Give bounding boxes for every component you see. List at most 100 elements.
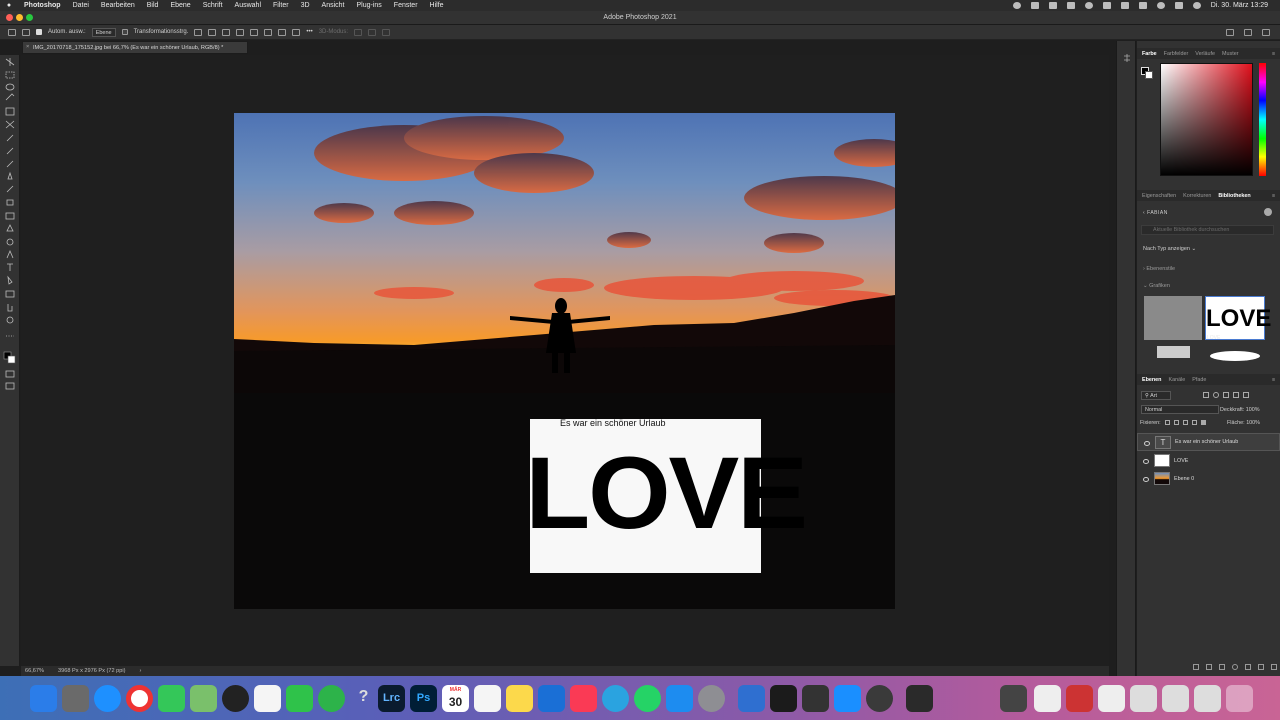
tab-bibliotheken[interactable]: Bibliotheken <box>1218 193 1250 199</box>
align-right-icon[interactable] <box>222 28 231 36</box>
3d-pan-icon[interactable] <box>382 28 391 36</box>
new-group-icon[interactable] <box>1245 664 1251 670</box>
tab-farbe[interactable]: Farbe <box>1142 51 1157 57</box>
clock-app-icon[interactable] <box>222 685 249 712</box>
calendar-icon[interactable]: MÄR 30 <box>442 685 469 712</box>
library-graphic-love-thumb[interactable]: LOVE <box>1205 296 1271 340</box>
layer-mask-icon[interactable] <box>1219 664 1225 670</box>
3d-roll-icon[interactable] <box>368 28 377 36</box>
status-record-icon[interactable] <box>1012 2 1021 9</box>
adjustment-layer-icon[interactable] <box>1232 664 1238 670</box>
layer-style-icon[interactable] <box>1206 664 1212 670</box>
panel-menu-icon[interactable]: ≡ <box>1272 51 1280 57</box>
layer-row[interactable]: T Es war ein schöner Urlaub <box>1137 433 1280 451</box>
tab-farbfelder[interactable]: Farbfelder <box>1164 51 1189 57</box>
telegram-icon[interactable] <box>602 685 629 712</box>
minimized-window-7[interactable] <box>1194 685 1221 712</box>
fill-control[interactable]: Fläche: 100% <box>1227 420 1260 426</box>
share-icon[interactable] <box>1262 28 1270 36</box>
home-icon[interactable] <box>8 28 16 36</box>
minimized-window-2[interactable] <box>1034 685 1061 712</box>
layer-row[interactable]: LOVE <box>1137 452 1280 470</box>
blend-mode-dropdown[interactable]: Normal <box>1141 405 1219 414</box>
library-filter-dropdown[interactable]: Nach Typ anzeigen ⌄ <box>1143 246 1196 252</box>
minimized-window-4[interactable] <box>1098 685 1125 712</box>
music-icon[interactable] <box>570 685 597 712</box>
lightroom-classic-icon[interactable]: Lrc <box>378 685 405 712</box>
background-swatch[interactable] <box>1145 71 1153 79</box>
menubar-clock[interactable]: Di. 30. März 13:29 <box>1211 2 1268 9</box>
terminal-icon[interactable] <box>770 685 797 712</box>
new-layer-icon[interactable] <box>1258 664 1264 670</box>
color-field[interactable] <box>1160 63 1253 176</box>
overlay-subtitle-text[interactable]: Es war ein schöner Urlaub <box>560 418 666 428</box>
status-battery-icon[interactable] <box>1120 2 1129 9</box>
finder-icon[interactable] <box>30 685 57 712</box>
document-size[interactable]: 3968 Px x 2976 Px (72 ppi) <box>58 668 125 674</box>
filter-adjustment-icon[interactable] <box>1213 392 1219 398</box>
visibility-eye-icon[interactable] <box>1143 459 1149 464</box>
menu-ebene[interactable]: Ebene <box>164 2 196 9</box>
lock-pixels-icon[interactable] <box>1165 420 1170 425</box>
panel-menu-icon[interactable]: ≡ <box>1272 377 1280 383</box>
section-grafiken[interactable]: ⌄ Grafiken <box>1143 283 1170 289</box>
zoom-level[interactable]: 66,67% <box>25 668 44 674</box>
maps-icon[interactable] <box>190 685 217 712</box>
menu-hilfe[interactable]: Hilfe <box>424 2 450 9</box>
opacity-control[interactable]: Deckkraft: 100% <box>1220 407 1260 413</box>
transform-controls-checkbox[interactable] <box>121 29 128 35</box>
tab-kanaele[interactable]: Kanäle <box>1168 377 1185 383</box>
auto-select-checkbox[interactable] <box>36 29 42 35</box>
lock-artboard-icon[interactable] <box>1192 420 1197 425</box>
evernote-icon[interactable] <box>318 685 345 712</box>
close-tab-icon[interactable]: × <box>26 44 29 50</box>
tab-muster[interactable]: Muster <box>1222 51 1238 57</box>
library-collaborators-icon[interactable] <box>1264 208 1272 216</box>
photoshop-icon[interactable]: Ps <box>410 685 437 712</box>
status-spotlight-icon[interactable] <box>1156 2 1165 9</box>
minimized-window-5[interactable] <box>1130 685 1157 712</box>
menu-3d[interactable]: 3D <box>295 2 316 9</box>
menu-datei[interactable]: Datei <box>67 2 95 9</box>
library-graphic-thumb-1[interactable] <box>1144 296 1202 340</box>
section-ebenenstile[interactable]: › Ebenenstile <box>1143 266 1175 272</box>
workspace-icon[interactable] <box>1244 28 1252 36</box>
system-preferences-icon[interactable] <box>698 685 725 712</box>
menu-app-photoshop[interactable]: Photoshop <box>18 2 67 9</box>
document-tab[interactable]: × IMG_20170718_175152.jpg bei 66,7% (Es … <box>22 41 248 54</box>
lock-position-icon[interactable] <box>1183 420 1188 425</box>
help-icon[interactable]: ? <box>350 685 377 712</box>
filter-pixel-icon[interactable] <box>1203 392 1209 398</box>
quicktime-icon[interactable] <box>866 685 893 712</box>
panel-menu-icon[interactable]: ≡ <box>1272 193 1280 199</box>
filter-type-icon[interactable] <box>1223 392 1229 398</box>
menu-bearbeiten[interactable]: Bearbeiten <box>95 2 141 9</box>
minimized-window-6[interactable] <box>1162 685 1189 712</box>
whatsapp-icon[interactable] <box>634 685 661 712</box>
menu-fenster[interactable]: Fenster <box>388 2 424 9</box>
align-left-icon[interactable] <box>194 28 203 36</box>
filter-shape-icon[interactable] <box>1233 392 1239 398</box>
lock-paint-icon[interactable] <box>1174 420 1179 425</box>
tab-ebenen[interactable]: Ebenen <box>1142 377 1161 383</box>
trash-icon[interactable] <box>1226 685 1253 712</box>
minimized-window-3[interactable] <box>1066 685 1093 712</box>
library-back-link[interactable]: ‹ FABIAN <box>1143 210 1168 216</box>
menu-auswahl[interactable]: Auswahl <box>229 2 267 9</box>
3d-rotate-icon[interactable] <box>354 28 363 36</box>
opacity-value[interactable]: 100% <box>1246 407 1260 413</box>
status-arrow-icon[interactable]: › <box>139 668 141 674</box>
chrome-icon[interactable] <box>126 685 153 712</box>
distribute-vertical-icon[interactable] <box>292 28 301 36</box>
menu-plugins[interactable]: Plug-ins <box>351 2 388 9</box>
tab-pfade[interactable]: Pfade <box>1192 377 1206 383</box>
hue-slider[interactable] <box>1259 63 1266 176</box>
status-wifi-icon[interactable] <box>1138 2 1147 9</box>
visibility-eye-icon[interactable] <box>1143 477 1149 482</box>
printer-icon[interactable] <box>802 685 829 712</box>
tab-verlaeufe[interactable]: Verläufe <box>1195 51 1215 57</box>
status-control-center-icon[interactable] <box>1174 2 1183 9</box>
search-icon[interactable] <box>1226 28 1234 36</box>
status-evernote-icon[interactable] <box>1030 2 1039 9</box>
apple-menu-icon[interactable]: ● <box>0 2 18 9</box>
